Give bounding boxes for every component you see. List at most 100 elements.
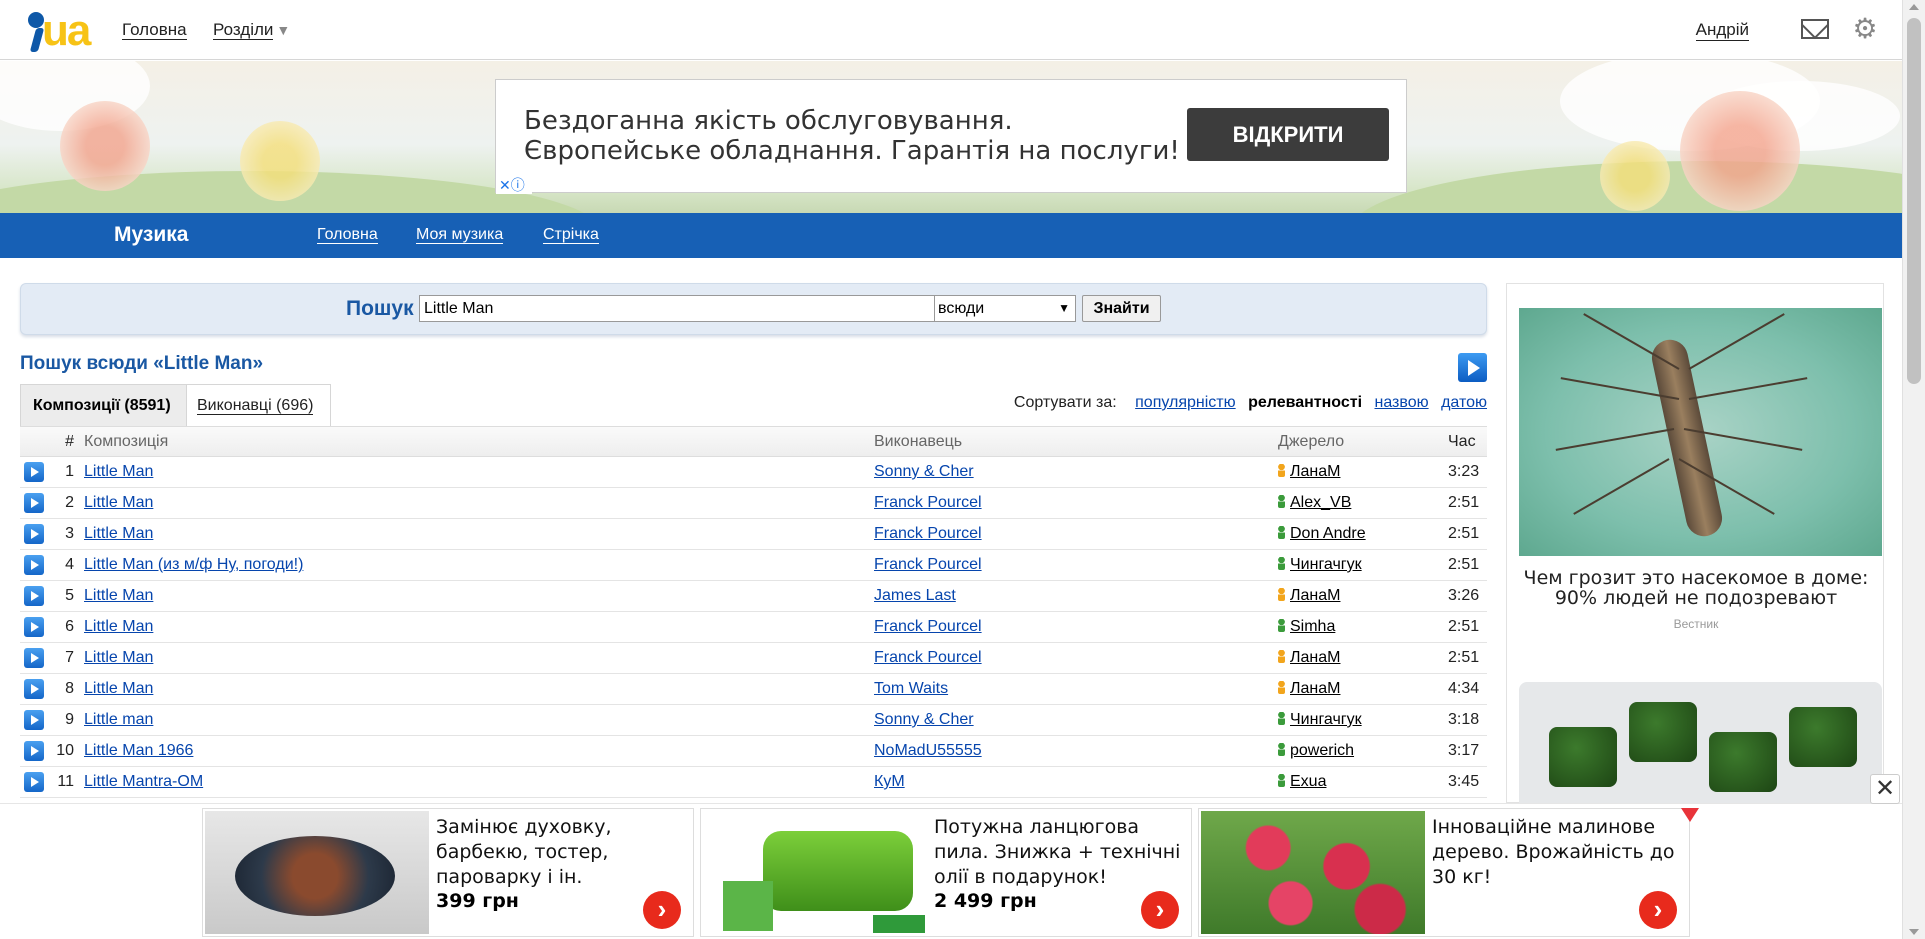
table-row: 6 Little Man Franck Pourcel Simha 2:51 [20,612,1487,643]
side-ad-caption[interactable]: Чем грозит это насекомое в доме: 90% люд… [1507,568,1885,608]
arrow-right-icon[interactable]: › [1639,891,1677,929]
search-button[interactable]: Знайти [1082,295,1161,322]
source-user: Don Andre [1278,525,1366,543]
nav-sections-menu[interactable]: Розділи ▼ [213,20,290,40]
play-icon[interactable] [24,462,44,482]
arrow-right-icon[interactable]: › [643,891,681,929]
source-user-link[interactable]: Exua [1290,773,1326,790]
user-icon [1278,557,1285,570]
track-title-link[interactable]: Little Man 1966 [84,742,193,760]
track-title-link[interactable]: Little Man [84,494,153,512]
results-title: Пошук всюди «Little Man» [20,353,264,374]
music-nav-home[interactable]: Головна [317,226,378,244]
bottom-ad-2-image [703,811,927,934]
source-user-link[interactable]: ЛанаМ [1290,463,1340,480]
artist-link[interactable]: КуМ [874,773,905,791]
adchoices-icon[interactable] [1681,808,1699,822]
bottom-ad-2[interactable]: Потужна ланцюгова пила. Знижка + технічн… [700,808,1192,937]
tab-artists[interactable]: Виконавці (696) [187,384,331,426]
mail-icon[interactable] [1801,19,1829,39]
search-scope-select[interactable]: всюди ▼ [934,295,1076,322]
play-icon[interactable] [24,586,44,606]
artist-link[interactable]: Franck Pourcel [874,618,982,636]
play-icon[interactable] [24,710,44,730]
scroll-down-arrow-icon[interactable] [1909,929,1919,935]
iua-logo[interactable]: ua [24,6,96,55]
source-user-link[interactable]: ЛанаМ [1290,587,1340,604]
play-icon[interactable] [24,741,44,761]
side-ad-image-insect[interactable] [1519,308,1882,556]
play-icon[interactable] [24,648,44,668]
source-user-link[interactable]: powerich [1290,742,1354,759]
arrow-right-icon[interactable]: › [1141,891,1179,929]
side-ad-image-food[interactable] [1519,682,1882,804]
ad-close-icon[interactable]: ✕ⓘ [496,176,532,194]
column-header-num: # [65,433,74,450]
track-title-link[interactable]: Little Mantra-OM [84,773,203,791]
play-icon[interactable] [24,524,44,544]
close-icon[interactable]: ✕ [1870,774,1900,804]
sort-by-name[interactable]: назвою [1375,394,1429,411]
track-title-link[interactable]: Little Man [84,525,153,543]
artist-link[interactable]: Sonny & Cher [874,463,974,481]
nav-home-link[interactable]: Головна [122,20,187,40]
artist-link[interactable]: Franck Pourcel [874,556,982,574]
source-user-link[interactable]: Alex_VB [1290,494,1351,511]
row-number: 10 [56,742,74,759]
sort-by-date[interactable]: датою [1441,394,1487,411]
source-user-link[interactable]: Simha [1290,618,1335,635]
bottom-ad-3[interactable]: Інноваційне малинове дерево. Врожайність… [1198,808,1690,937]
play-icon[interactable] [24,772,44,792]
column-header-artist: Виконавець [874,433,963,450]
scroll-up-arrow-icon[interactable] [1909,4,1919,10]
artist-link[interactable]: James Last [874,587,956,605]
user-profile-link[interactable]: Андрій [1695,20,1749,41]
scrollbar-thumb[interactable] [1907,18,1921,384]
track-title-link[interactable]: Little Man [84,463,153,481]
source-user-link[interactable]: Чингачгук [1290,711,1362,728]
gear-icon[interactable]: ⚙ [1852,15,1878,43]
row-number: 8 [65,680,74,697]
artist-link[interactable]: Franck Pourcel [874,649,982,667]
track-title-link[interactable]: Little Man [84,680,153,698]
artist-link[interactable]: Franck Pourcel [874,494,982,512]
source-user: Чингачгук [1278,711,1362,729]
source-user-link[interactable]: Don Andre [1290,525,1366,542]
artist-link[interactable]: Franck Pourcel [874,525,982,543]
music-nav-feed[interactable]: Стрічка [543,226,599,244]
play-icon[interactable] [24,679,44,699]
track-title-link[interactable]: Little Man [84,649,153,667]
play-icon[interactable] [24,493,44,513]
play-icon[interactable] [24,555,44,575]
banner-ad[interactable]: Бездоганна якість обслуговування. Європе… [495,79,1407,194]
track-title-link[interactable]: Little Man (из м/ф Ну, погоди!) [84,556,303,574]
banner-ad-text: Бездоганна якість обслуговування. Європе… [524,106,1180,166]
music-section-bar: Музика Головна Моя музика Стрічка [0,213,1902,258]
row-number: 2 [65,494,74,511]
table-row: 4 Little Man (из м/ф Ну, погоди!) Franck P… [20,550,1487,581]
track-title-link[interactable]: Little Man [84,587,153,605]
sort-by-popularity[interactable]: популярністю [1135,394,1236,411]
user-icon [1278,588,1285,601]
sort-by-relevance[interactable]: релевантності [1248,394,1362,411]
artist-link[interactable]: Tom Waits [874,680,948,698]
banner-ad-open-button[interactable]: ВІДКРИТИ [1187,108,1389,161]
section-title[interactable]: Музика [114,223,188,247]
track-title-link[interactable]: Little Man [84,618,153,636]
search-input[interactable] [419,295,949,322]
source-user-link[interactable]: Чингачгук [1290,556,1362,573]
source-user-link[interactable]: ЛанаМ [1290,649,1340,666]
page-scrollbar[interactable] [1902,0,1925,939]
table-row: 2 Little Man Franck Pourcel Alex_VB 2:51 [20,488,1487,519]
music-nav-my-music[interactable]: Моя музика [416,226,504,244]
bottom-ad-1[interactable]: Замінює духовку, барбекю, тостер, парова… [202,808,694,937]
source-user-link[interactable]: ЛанаМ [1290,680,1340,697]
artist-link[interactable]: Sonny & Cher [874,711,974,729]
play-all-icon[interactable] [1458,353,1487,382]
side-ad[interactable]: Чем грозит это насекомое в доме: 90% люд… [1506,283,1885,804]
play-icon[interactable] [24,617,44,637]
tab-compositions[interactable]: Композиції (8591) [20,384,187,426]
track-title-link[interactable]: Little man [84,711,153,729]
source-user: ЛанаМ [1278,463,1340,481]
artist-link[interactable]: NoMadU55555 [874,742,982,760]
